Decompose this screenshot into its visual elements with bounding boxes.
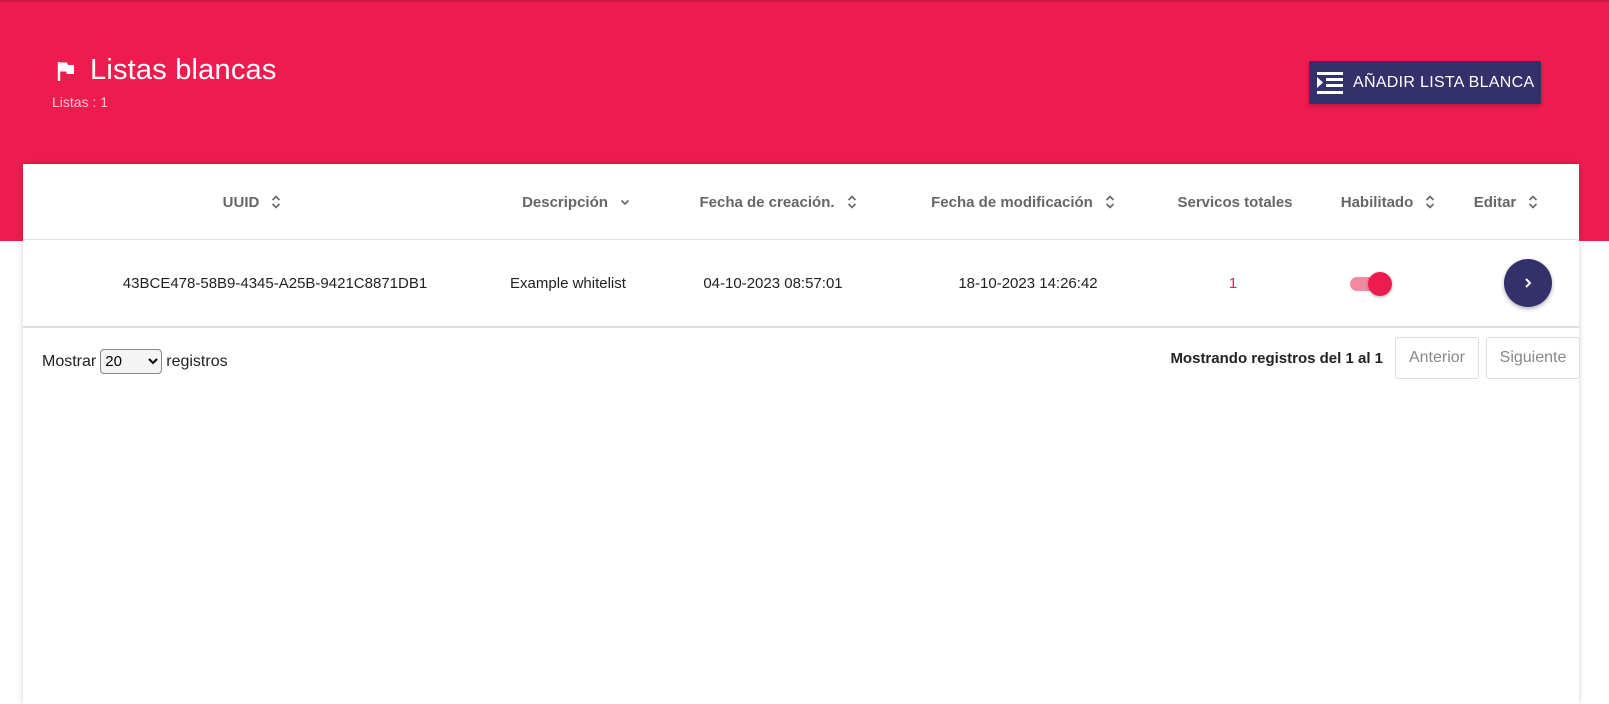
add-whitelist-button[interactable]: AÑADIR LISTA BLANCA [1309, 61, 1541, 104]
column-header-description[interactable]: Descripción [481, 164, 671, 240]
list-count: Listas : 1 [52, 94, 109, 110]
cell-description: Example whitelist [510, 274, 626, 292]
edit-button[interactable] [1504, 259, 1552, 307]
sort-icon [847, 194, 857, 210]
list-add-icon [1317, 71, 1343, 94]
column-header-total-services: Servicos totales [1177, 193, 1293, 211]
add-whitelist-label: AÑADIR LISTA BLANCA [1353, 73, 1535, 91]
sort-icon [271, 194, 281, 210]
column-header-created[interactable]: Fecha de creación. [663, 164, 893, 240]
page-title: Listas blancas [90, 54, 277, 86]
sort-icon [1425, 194, 1435, 210]
sort-desc-icon [620, 194, 630, 210]
column-header-edit[interactable]: Editar [1451, 164, 1561, 240]
page-title-group: Listas blancas [52, 54, 277, 87]
cell-enabled [1318, 240, 1423, 326]
records-label: registros [166, 352, 228, 370]
cell-uuid: 43BCE478-58B9-4345-A25B-9421C8871DB1 [122, 274, 428, 292]
cell-modified: 18-10-2023 14:26:42 [958, 274, 1098, 292]
cell-total-services[interactable]: 1 [1173, 240, 1293, 326]
table-row[interactable]: 43BCE478-58B9-4345-A25B-9421C8871DB1 Exa… [23, 240, 1579, 328]
page-size-select[interactable]: 20 [100, 349, 163, 374]
flag-icon [57, 61, 74, 81]
previous-page-button[interactable]: Anterior [1395, 337, 1479, 379]
cell-created: 04-10-2023 08:57:01 [703, 274, 843, 292]
header-top-border [0, 0, 1609, 2]
table-footer: Mostrar 20 registros Mostrando registros… [23, 336, 1580, 380]
cell-edit [1483, 240, 1573, 326]
table-header: UUID Descripción Fecha de creación. Fech… [23, 164, 1579, 240]
page-size-control: Mostrar 20 registros [42, 349, 228, 374]
whitelist-table-card: UUID Descripción Fecha de creación. Fech… [23, 164, 1580, 704]
column-header-uuid[interactable]: UUID [142, 164, 362, 240]
show-label: Mostrar [42, 352, 97, 370]
enabled-toggle[interactable] [1349, 271, 1392, 296]
sort-icon [1105, 194, 1115, 210]
chevron-right-icon [1525, 278, 1532, 288]
column-header-enabled[interactable]: Habilitado [1318, 164, 1458, 240]
toggle-knob [1367, 272, 1392, 296]
next-page-button[interactable]: Siguiente [1486, 337, 1580, 379]
sort-icon [1528, 194, 1538, 210]
pagination-info: Mostrando registros del 1 al 1 [1170, 350, 1383, 367]
column-header-modified[interactable]: Fecha de modificación [898, 164, 1148, 240]
